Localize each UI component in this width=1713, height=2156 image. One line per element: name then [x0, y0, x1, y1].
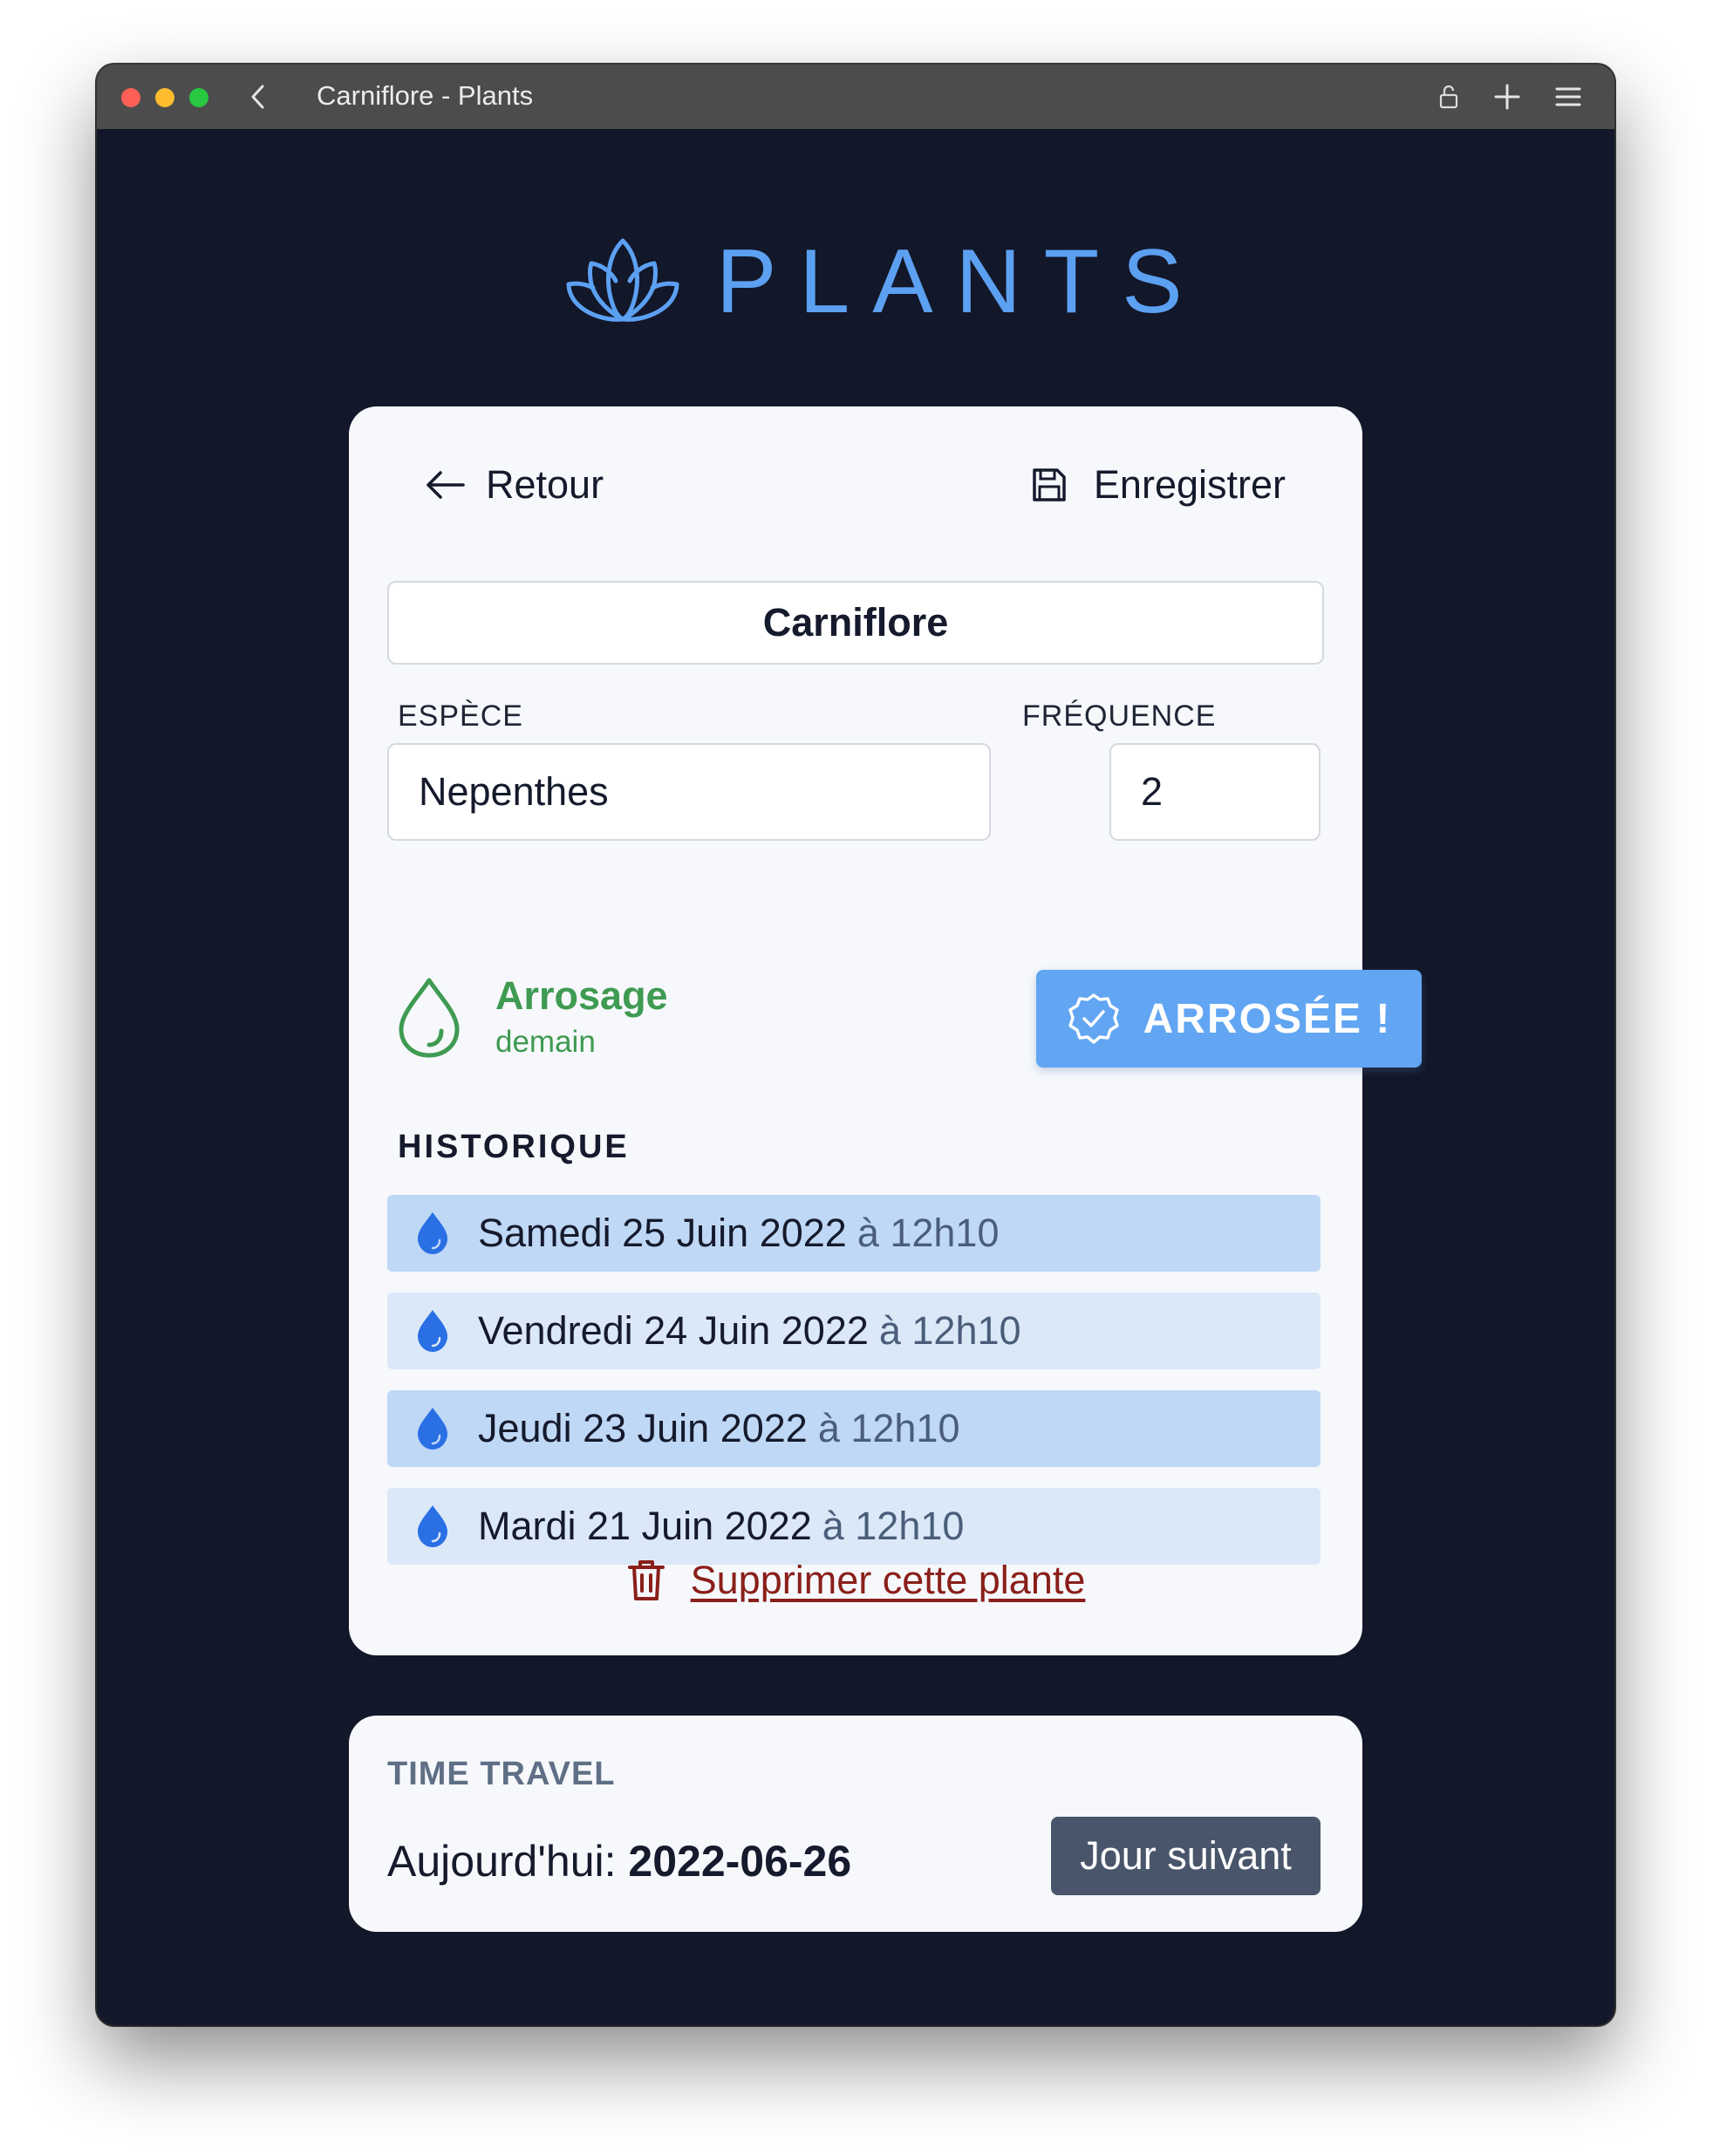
history-date: Jeudi 23 Juin 2022	[478, 1406, 808, 1450]
brand-header: PLANTS	[97, 230, 1614, 352]
window-title: Carniflore - Plants	[317, 80, 534, 111]
frequency-input[interactable]: 2	[1109, 743, 1321, 841]
minimize-window-button[interactable]	[155, 88, 174, 107]
frequency-label: FRÉQUENCE	[1022, 699, 1217, 733]
arrow-left-icon	[427, 471, 465, 499]
back-chevron-icon[interactable]	[245, 82, 271, 112]
watered-button-label: ARROSÉE !	[1143, 995, 1392, 1042]
close-window-button[interactable]	[121, 88, 140, 107]
floppy-disk-icon	[1033, 468, 1066, 501]
history-time: à 12h10	[817, 1406, 960, 1450]
species-label: ESPÈCE	[398, 699, 523, 733]
time-travel-card: TIME TRAVEL Aujourd'hui: 2022-06-26 Jour…	[349, 1716, 1362, 1932]
today-display: Aujourd'hui: 2022-06-26	[387, 1836, 851, 1886]
today-label: Aujourd'hui:	[387, 1837, 617, 1886]
back-label: Retour	[486, 462, 604, 507]
menu-icon[interactable]	[1553, 82, 1583, 112]
history-time: à 12h10	[856, 1211, 1000, 1255]
water-drop-icon	[418, 1310, 447, 1352]
trash-icon	[627, 1560, 665, 1600]
browser-window: Carniflore - Plants PLANTS Retour Enregi…	[97, 65, 1614, 2025]
new-tab-plus-icon[interactable]	[1492, 82, 1522, 112]
watering-due: demain	[495, 1025, 596, 1059]
title-bar: Carniflore - Plants	[97, 65, 1614, 129]
today-value: 2022-06-26	[628, 1837, 852, 1886]
delete-plant-link[interactable]: Supprimer cette plante	[349, 1558, 1362, 1603]
zoom-window-button[interactable]	[189, 88, 208, 107]
back-button[interactable]: Retour	[423, 459, 604, 511]
watering-title: Arrosage	[495, 973, 668, 1018]
history-time: à 12h10	[878, 1308, 1021, 1353]
delete-plant-label: Supprimer cette plante	[690, 1558, 1086, 1602]
lotus-icon	[566, 238, 679, 322]
history-item: Mardi 21 Juin 2022 à 12h10	[387, 1488, 1321, 1565]
save-button[interactable]: Enregistrer	[1029, 459, 1286, 511]
history-date: Samedi 25 Juin 2022	[478, 1211, 847, 1255]
next-day-button[interactable]: Jour suivant	[1051, 1817, 1321, 1895]
history-date: Vendredi 24 Juin 2022	[478, 1308, 869, 1353]
history-title: HISTORIQUE	[398, 1129, 630, 1165]
plant-card: Retour Enregistrer Carniflore ESPÈCE FRÉ…	[349, 406, 1422, 1655]
save-label: Enregistrer	[1093, 462, 1286, 507]
history-item: Samedi 25 Juin 2022 à 12h10	[387, 1195, 1321, 1272]
species-input[interactable]: Nepenthes	[387, 743, 991, 841]
plant-name-input[interactable]: Carniflore	[387, 581, 1324, 665]
history-list: Samedi 25 Juin 2022 à 12h10 Vendredi 24 …	[387, 1195, 1321, 1586]
history-item: Vendredi 24 Juin 2022 à 12h10	[387, 1293, 1321, 1369]
history-date: Mardi 21 Juin 2022	[478, 1504, 812, 1548]
badge-check-icon	[1068, 993, 1119, 1044]
water-drop-icon	[418, 1505, 447, 1547]
history-time: à 12h10	[822, 1504, 965, 1548]
lock-icon[interactable]	[1437, 82, 1460, 112]
time-travel-title: TIME TRAVEL	[387, 1756, 616, 1792]
history-item: Jeudi 23 Juin 2022 à 12h10	[387, 1390, 1321, 1467]
water-drop-outline-icon	[399, 978, 460, 1058]
water-drop-icon	[418, 1408, 447, 1450]
brand-title: PLANTS	[716, 231, 1205, 332]
watered-button[interactable]: ARROSÉE !	[1036, 970, 1422, 1068]
water-drop-icon	[418, 1212, 447, 1254]
